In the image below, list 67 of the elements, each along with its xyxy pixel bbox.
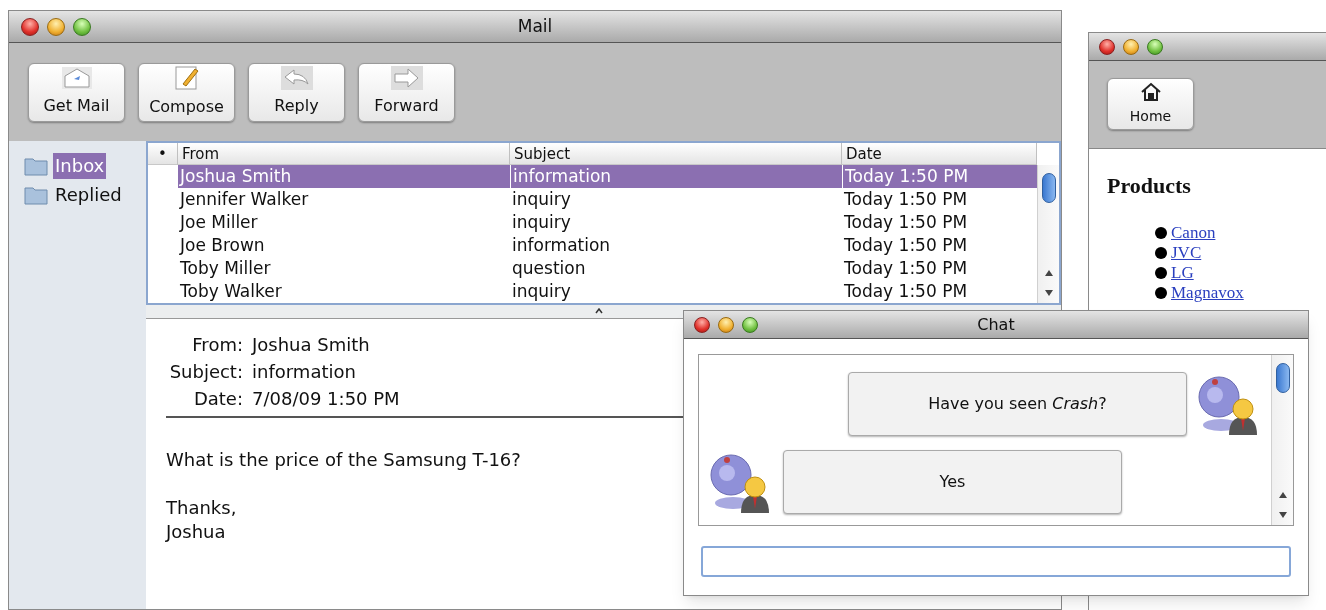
chat-message-bubble: Have you seen Crash? xyxy=(848,372,1187,436)
scroll-thumb[interactable] xyxy=(1275,363,1290,393)
table-cell[interactable]: Joe Brown xyxy=(178,234,510,257)
scroll-thumb[interactable] xyxy=(1041,173,1056,203)
zoom-button[interactable] xyxy=(73,17,91,36)
field-value: 7/08/09 1:50 PM xyxy=(252,387,400,411)
table-cell[interactable]: Today 1:50 PM xyxy=(842,280,1037,303)
field-label: Date: xyxy=(192,387,243,411)
scrollbar[interactable] xyxy=(1037,165,1059,303)
message-body-text: What is the price of the Samsung T-16? xyxy=(166,448,522,472)
table-cell[interactable]: Toby Miller xyxy=(178,257,510,280)
window-title: Chat xyxy=(977,313,1015,336)
folder-item[interactable]: Replied xyxy=(53,182,124,208)
bullet-icon xyxy=(1155,227,1167,239)
field-value: information xyxy=(252,360,357,384)
table-cell[interactable]: Today 1:50 PM xyxy=(842,257,1037,280)
house-icon xyxy=(1139,81,1162,102)
chat-message-bubble: Yes xyxy=(783,450,1122,514)
scrollbar[interactable] xyxy=(1271,355,1293,525)
scroll-down-arrow-icon[interactable] xyxy=(1277,511,1288,519)
field-label: Subject: xyxy=(168,360,243,384)
table-cell[interactable]: Today 1:50 PM xyxy=(842,211,1037,234)
column-header[interactable]: • xyxy=(148,143,178,165)
splitter-handle-icon[interactable] xyxy=(594,308,603,314)
table-cell[interactable]: Joe Miller xyxy=(178,211,510,234)
table-cell[interactable]: Joshua Smith xyxy=(178,165,510,188)
table-cell[interactable]: Today 1:50 PM xyxy=(842,234,1037,257)
bullet-icon xyxy=(1155,287,1167,299)
scroll-up-arrow-icon[interactable] xyxy=(1277,491,1288,499)
folder-icon xyxy=(24,156,48,176)
table-cell[interactable]: inquiry xyxy=(510,188,842,211)
scroll-up-arrow-icon[interactable] xyxy=(1043,269,1054,277)
bullet-icon xyxy=(1155,247,1167,259)
close-button[interactable] xyxy=(21,17,39,36)
field-label: From: xyxy=(191,333,243,357)
minimize-button[interactable] xyxy=(47,17,65,36)
folder-icon xyxy=(24,185,48,205)
close-button[interactable] xyxy=(1099,38,1115,55)
zoom-button[interactable] xyxy=(1147,38,1163,55)
table-cell[interactable]: Today 1:50 PM xyxy=(842,188,1037,211)
window-title: Mail xyxy=(517,14,553,38)
close-button[interactable] xyxy=(694,316,710,333)
bullet-icon xyxy=(1155,267,1167,279)
table-cell[interactable]: Today 1:50 PM xyxy=(842,165,1037,188)
pencil-paper-icon xyxy=(172,65,201,91)
minimize-button[interactable] xyxy=(718,316,734,333)
toolbar-button[interactable]: Get Mail xyxy=(28,62,125,122)
toolbar-button[interactable]: Forward xyxy=(358,62,455,122)
toolbar-button[interactable]: Home xyxy=(1107,78,1194,130)
message-input-field[interactable] xyxy=(701,546,1291,577)
toolbar-button[interactable]: Reply xyxy=(248,62,345,122)
folder-item[interactable]: Inbox xyxy=(53,153,107,179)
zoom-button[interactable] xyxy=(742,316,758,333)
table-cell[interactable]: Jennifer Walker xyxy=(178,188,510,211)
toolbar-button[interactable]: Compose xyxy=(138,62,235,122)
envelope-icon xyxy=(60,66,93,90)
page-heading: Products xyxy=(1107,172,1192,200)
table-cell[interactable]: Toby Walker xyxy=(178,280,510,303)
message-body-text: Thanks, Joshua xyxy=(166,496,238,544)
table-cell[interactable]: inquiry xyxy=(510,211,842,234)
minimize-button[interactable] xyxy=(1123,38,1139,55)
table-cell[interactable]: information xyxy=(510,165,842,188)
table-cell[interactable]: information xyxy=(510,234,842,257)
scroll-down-arrow-icon[interactable] xyxy=(1043,289,1054,297)
table-cell[interactable]: question xyxy=(510,257,842,280)
table-cell[interactable]: inquiry xyxy=(510,280,842,303)
field-value: Joshua Smith xyxy=(252,333,371,357)
